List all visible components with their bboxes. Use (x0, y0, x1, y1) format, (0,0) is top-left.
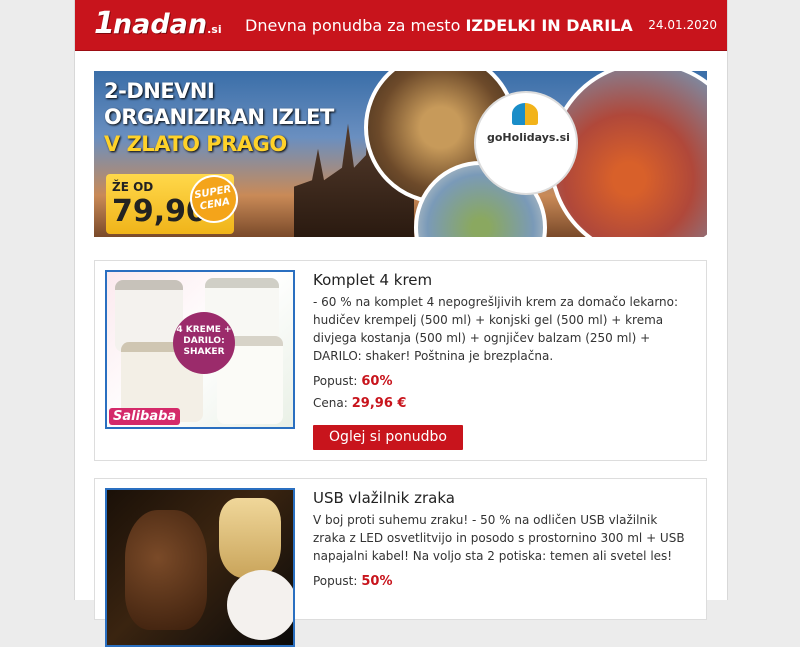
offer-title[interactable]: USB vlažilnik zraka (313, 489, 455, 507)
header-bar: 1nadan.si Dnevna ponudba za mesto IZDELK… (75, 0, 727, 51)
site-logo[interactable]: 1nadan.si (94, 6, 222, 44)
banner-line-3-gold: ZLATO PRAGO (126, 132, 288, 156)
discount-value: 60% (361, 374, 393, 389)
header-city: IZDELKI IN DARILA (465, 16, 633, 35)
header-date: 24.01.2020 (648, 18, 717, 32)
partner-logo-icon (512, 103, 538, 125)
offer-card: USB vlažilnik zraka V boj proti suhemu z… (94, 478, 707, 647)
header-title: Dnevna ponudba za mesto IZDELKI IN DARIL… (245, 16, 633, 35)
banner-price-label: ŽE OD (112, 180, 154, 194)
banner-line-2: ORGANIZIRAN IZLET (104, 105, 334, 129)
discount-value: 50% (361, 574, 393, 589)
offer-discount: Popust: 50% (313, 574, 393, 589)
header-title-prefix: Dnevna ponudba za mesto (245, 16, 461, 35)
price-label: Cena: (313, 396, 348, 410)
thumbnail-badge: 4 KREME + DARILO: SHAKER (173, 312, 235, 374)
discount-label: Popust: (313, 374, 358, 388)
offer-card: 4 KREME + DARILO: SHAKER Salibaba Komple… (94, 260, 707, 461)
offer-description: V boj proti suhemu zraku! - 50 % na odli… (313, 513, 685, 563)
lifestyle-photo (227, 570, 293, 640)
discount-label: Popust: (313, 574, 358, 588)
offer-thumbnail[interactable]: 4 KREME + DARILO: SHAKER Salibaba (105, 270, 295, 429)
price-value: 29,96 € (351, 396, 407, 411)
offer-description: - 60 % na komplet 4 nepogrešljivih krem … (313, 295, 679, 363)
offer-title[interactable]: Komplet 4 krem (313, 271, 432, 289)
logo-one: 1 (94, 6, 115, 41)
dark-diffuser-image (125, 510, 207, 630)
newsletter-frame: 1nadan.si Dnevna ponudba za mesto IZDELK… (74, 0, 728, 647)
offer-price: Cena: 29,96 € (313, 396, 406, 411)
shop-logo: Salibaba (109, 408, 181, 425)
light-diffuser-image (219, 498, 281, 578)
logo-nadan: nadan (112, 9, 208, 40)
logo-tld: .si (207, 23, 222, 36)
promo-banner[interactable]: goHolidays.si 2-DNEVNI ORGANIZIRAN IZLET… (94, 71, 707, 237)
offer-discount: Popust: 60% (313, 374, 393, 389)
banner-line-3-prefix: V (104, 132, 120, 156)
partner-logo-text: goHolidays.si (487, 131, 570, 144)
offer-thumbnail[interactable] (105, 488, 295, 647)
banner-line-3: V ZLATO PRAGO (104, 132, 287, 156)
view-offer-button[interactable]: Oglej si ponudbo (313, 425, 463, 450)
banner-line-1: 2-DNEVNI (104, 79, 215, 103)
